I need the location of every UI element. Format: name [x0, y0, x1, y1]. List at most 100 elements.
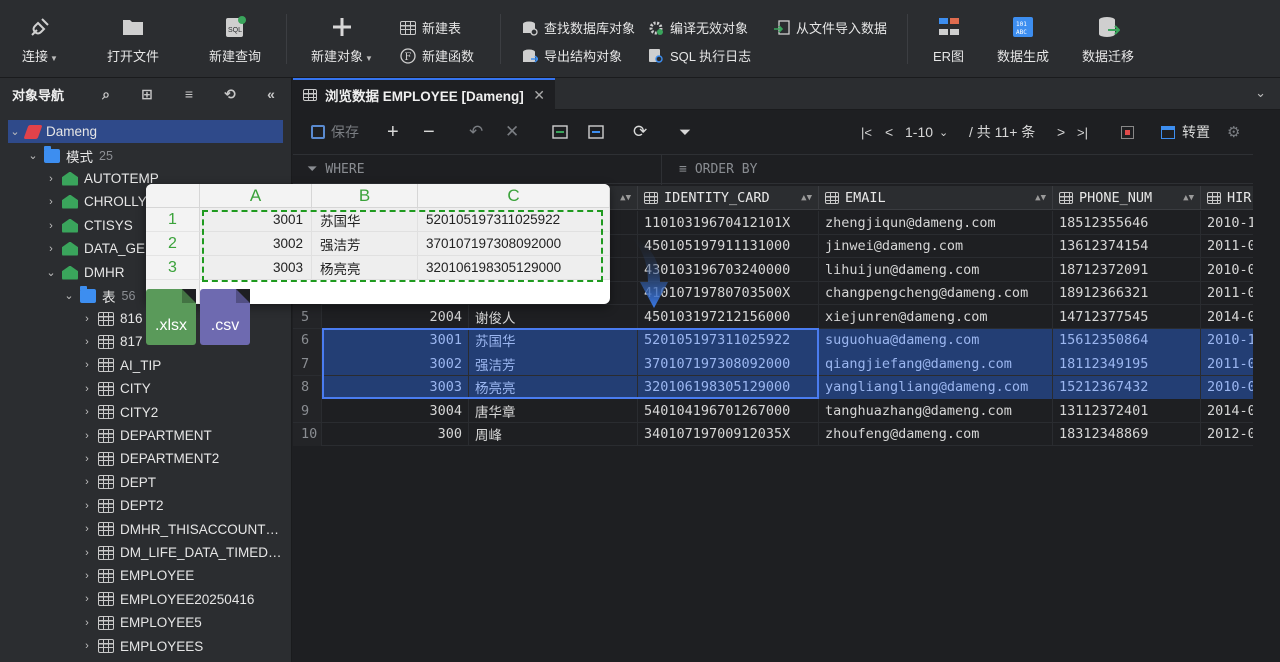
table-cell[interactable]: changpengcheng@dameng.com — [819, 281, 1053, 305]
table-row[interactable]: 6 3001 苏国华 520105197311025922 suguohua@damen… — [293, 328, 1253, 352]
table-row[interactable]: 5 2004 谢俊人 450103197212156000 xiejunren@dame… — [293, 305, 1253, 329]
add-row-icon[interactable]: + — [387, 121, 399, 143]
search-icon[interactable]: ⌕ — [97, 85, 115, 103]
table-cell[interactable]: 强洁芳 — [469, 352, 638, 375]
import-from-file-button[interactable]: 从文件导入数据 — [774, 18, 887, 37]
tree-node-table[interactable]: › EMPLOYEES — [80, 635, 203, 658]
chevron-right-icon[interactable]: › — [44, 243, 58, 255]
import-rows-icon[interactable] — [551, 122, 569, 142]
table-cell[interactable]: qiangjiefang@dameng.com — [819, 352, 1053, 375]
transpose-button[interactable]: 转置 — [1161, 122, 1210, 142]
tree-node-table[interactable]: › AI_TIP — [80, 354, 161, 377]
table-cell[interactable]: 苏国华 — [469, 328, 638, 352]
first-page-icon[interactable]: |< — [861, 122, 872, 142]
close-icon[interactable]: ✕ — [533, 87, 545, 104]
settings-icon[interactable]: ⚙ — [1227, 122, 1240, 142]
table-cell[interactable]: zhoufeng@dameng.com — [819, 422, 1053, 446]
save-button[interactable]: 保存 — [311, 122, 359, 142]
filter-icon[interactable]: ≡ — [180, 85, 198, 103]
table-cell[interactable]: 13112372401 — [1053, 399, 1201, 422]
tree-node-schema[interactable]: › AUTOTEMP — [44, 167, 159, 190]
table-cell[interactable]: 周峰 — [469, 422, 638, 446]
cancel-icon[interactable]: ✕ — [505, 122, 519, 142]
tree-node-table[interactable]: › DEPARTMENT — [80, 424, 212, 447]
table-cell[interactable]: 3001 — [322, 328, 469, 352]
table-cell[interactable]: 18112349195 — [1053, 352, 1201, 375]
table-cell[interactable]: 2014-0 — [1201, 305, 1253, 328]
table-cell[interactable]: 18312348869 — [1053, 422, 1201, 446]
table-cell[interactable]: 2011-0 — [1201, 352, 1253, 375]
table-cell[interactable]: 11010319670412101X — [638, 211, 819, 234]
table-cell[interactable]: 2010-1 — [1201, 328, 1253, 352]
filter-icon[interactable]: ⏷ — [679, 122, 691, 142]
tree-node-table[interactable]: › DEPT — [80, 471, 156, 494]
tree-node-schema[interactable]: › CHROLLY — [44, 190, 147, 213]
open-file-button[interactable]: 打开文件 — [107, 14, 159, 65]
table-cell[interactable]: 18912366321 — [1053, 281, 1201, 305]
table-cell[interactable]: 2012-0 — [1201, 423, 1253, 446]
column-header-email[interactable]: EMAIL ▲▼ — [819, 186, 1053, 210]
table-cell[interactable]: 2010-0 — [1201, 375, 1253, 399]
table-row[interactable]: 9 3004 唐华章 540104196701267000 tanghuazhang@d… — [293, 399, 1253, 423]
tree-node-table[interactable]: › DEPARTMENT2 — [80, 447, 219, 470]
tree-node-schema[interactable]: ⌄ DMHR — [44, 261, 124, 284]
table-cell[interactable]: 15212367432 — [1053, 375, 1201, 399]
undo-icon[interactable]: ↶ — [469, 122, 483, 142]
collapse-icon[interactable]: « — [262, 85, 280, 103]
chevron-right-icon[interactable]: › — [80, 523, 94, 535]
table-row[interactable]: 7 3002 强洁芳 370107197308092000 qiangjiefang@d… — [293, 352, 1253, 376]
table-cell[interactable]: 2011-0 — [1201, 235, 1253, 258]
table-cell[interactable]: 谢俊人 — [469, 305, 638, 328]
chevron-right-icon[interactable]: › — [80, 476, 94, 488]
table-cell[interactable]: 3003 — [322, 375, 469, 399]
table-cell[interactable]: zhengjiqun@dameng.com — [819, 211, 1053, 234]
new-folder-icon[interactable]: ⊞ — [138, 85, 156, 103]
table-cell[interactable]: 18512355646 — [1053, 211, 1201, 234]
table-cell[interactable]: 540104196701267000 — [638, 399, 819, 422]
tab-browse-employee[interactable]: 浏览数据 EMPLOYEE [Dameng] ✕ — [293, 78, 555, 110]
chevron-right-icon[interactable]: › — [80, 406, 94, 418]
tree-node-table[interactable]: › DEPT2 — [80, 494, 163, 517]
chevron-right-icon[interactable]: › — [80, 359, 94, 371]
tree-node-table[interactable]: › EMPLOYEE20250416 — [80, 588, 254, 611]
export-rows-icon[interactable] — [587, 122, 605, 142]
chevron-right-icon[interactable]: › — [80, 617, 94, 629]
connect-button[interactable]: 连接 ▼ — [22, 14, 58, 65]
tree-node-schema[interactable]: › DATA_GEN — [44, 237, 155, 260]
tree-node-table[interactable]: › EMPLOYEE — [80, 564, 194, 587]
order-by-filter[interactable]: ≡ ORDER BY — [679, 162, 757, 177]
new-function-button[interactable]: F 新建函数 — [400, 46, 474, 65]
table-row[interactable]: 10 300 周峰 34010719700912035X zhoufeng@dameng… — [293, 422, 1253, 446]
table-cell[interactable]: jinwei@dameng.com — [819, 234, 1053, 258]
chevron-right-icon[interactable]: › — [80, 593, 94, 605]
export-structure-button[interactable]: 导出结构对象 — [522, 46, 622, 65]
data-generate-button[interactable]: 101 ABC 数据生成 — [997, 14, 1049, 65]
chevron-down-icon[interactable]: ⌄ — [44, 266, 58, 279]
table-cell[interactable]: 3004 — [322, 399, 469, 422]
chevron-right-icon[interactable]: › — [80, 500, 94, 512]
table-cell[interactable]: yangliangliang@dameng.com — [819, 375, 1053, 399]
column-header-phone-num[interactable]: PHONE_NUM ▲▼ — [1053, 186, 1201, 210]
table-cell[interactable]: 2010-1 — [1201, 211, 1253, 234]
er-diagram-button[interactable]: ER图 — [933, 14, 964, 65]
table-cell[interactable]: tanghuazhang@dameng.com — [819, 399, 1053, 422]
tree-node-schemas[interactable]: ⌄ 模式 25 — [26, 144, 113, 167]
table-cell[interactable]: 520105197311025922 — [638, 328, 819, 352]
chevron-right-icon[interactable]: › — [80, 547, 94, 559]
table-cell[interactable]: 300 — [322, 422, 469, 446]
data-migrate-button[interactable]: 数据迁移 — [1082, 14, 1134, 65]
next-page-icon[interactable]: > — [1057, 122, 1065, 142]
chevron-down-icon[interactable]: ⌄ — [8, 125, 22, 138]
tree-node-table[interactable]: › EMPLOYEE5 — [80, 611, 202, 634]
table-cell[interactable]: 杨亮亮 — [469, 375, 638, 399]
tree-node-table[interactable]: › DMHR_THISACCOUNT… — [80, 518, 279, 541]
last-page-icon[interactable]: >| — [1077, 122, 1088, 142]
tree-node-table[interactable]: › 817 — [80, 330, 142, 353]
chevron-right-icon[interactable]: › — [44, 196, 58, 208]
table-cell[interactable]: 2010-0 — [1201, 258, 1253, 281]
refresh-icon[interactable]: ⟳ — [633, 122, 647, 142]
chevron-down-icon[interactable]: ⌄ — [26, 149, 40, 162]
table-cell[interactable]: 34010719700912035X — [638, 422, 819, 446]
stop-icon[interactable] — [1121, 122, 1134, 142]
chevron-right-icon[interactable]: › — [44, 173, 58, 185]
